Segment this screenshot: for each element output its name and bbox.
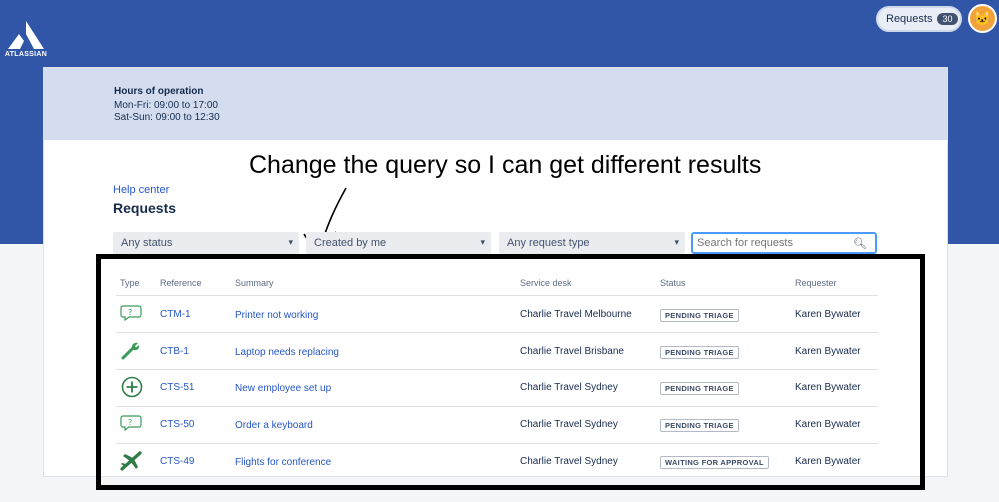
requester-name: Karen Bywater — [795, 419, 861, 430]
column-header-type: Type — [120, 278, 140, 288]
hours-title: Hours of operation — [114, 86, 204, 97]
column-header-reference: Reference — [160, 278, 202, 288]
row-divider — [116, 332, 878, 333]
search-requests-input[interactable] — [693, 237, 853, 249]
requester-name: Karen Bywater — [795, 382, 861, 393]
status-badge: PENDING TRIAGE — [660, 419, 739, 432]
status-badge: WAITING FOR APPROVAL — [660, 456, 769, 469]
service-desk-name: Charlie Travel Sydney — [520, 419, 618, 430]
table-header-divider — [116, 295, 878, 296]
search-icon: 🔍︎ — [853, 238, 867, 250]
wrench-icon — [121, 342, 140, 360]
page-title: Requests — [113, 200, 177, 216]
request-type-filter-select[interactable]: Any request type ▾ — [499, 232, 685, 254]
status-badge: PENDING TRIAGE — [660, 346, 739, 359]
chevron-down-icon: ▾ — [480, 237, 485, 247]
cat-avatar-icon: 🐱 — [973, 10, 992, 26]
row-divider — [116, 369, 878, 370]
service-desk-name: Charlie Travel Sydney — [520, 382, 618, 393]
request-reference-link[interactable]: CTS-50 — [160, 419, 194, 430]
status-badge: PENDING TRIAGE — [660, 309, 739, 322]
svg-text:?: ? — [128, 308, 132, 317]
requests-label: Requests — [886, 13, 933, 25]
request-reference-link[interactable]: CTM-1 — [160, 309, 191, 320]
plus-circle-icon — [121, 376, 143, 398]
requester-name: Karen Bywater — [795, 456, 861, 467]
requester-name: Karen Bywater — [795, 346, 861, 357]
chevron-down-icon: ▾ — [674, 237, 679, 247]
chevron-down-icon: ▾ — [288, 237, 293, 247]
instruction-annotation: Change the query so I can get different … — [249, 151, 762, 179]
request-summary-link[interactable]: Flights for conference — [235, 457, 331, 468]
request-reference-link[interactable]: CTB-1 — [160, 346, 189, 357]
row-divider — [116, 443, 878, 444]
requests-count-badge: 30 — [937, 13, 958, 25]
question-bubble-icon: ? — [120, 305, 142, 321]
request-summary-link[interactable]: New employee set up — [235, 383, 331, 394]
hours-weekdays: Mon-Fri: 09:00 to 17:00 — [114, 100, 218, 111]
atlassian-mark-icon — [8, 21, 44, 49]
column-header-requester: Requester — [795, 278, 837, 288]
search-requests-field[interactable]: 🔍︎ — [691, 232, 877, 254]
hours-weekend: Sat-Sun: 09:00 to 12:30 — [114, 112, 220, 123]
row-divider — [116, 406, 878, 407]
service-desk-name: Charlie Travel Sydney — [520, 456, 618, 467]
status-filter-value: Any status — [121, 237, 173, 249]
created-by-filter-value: Created by me — [314, 237, 387, 249]
request-reference-link[interactable]: CTS-51 — [160, 382, 194, 393]
request-summary-link[interactable]: Order a keyboard — [235, 420, 313, 431]
service-desk-name: Charlie Travel Melbourne — [520, 309, 632, 320]
status-badge: PENDING TRIAGE — [660, 382, 739, 395]
brand-name: ATLASSIAN — [4, 51, 48, 58]
requester-name: Karen Bywater — [795, 309, 861, 320]
column-header-status: Status — [660, 278, 686, 288]
request-reference-link[interactable]: CTS-49 — [160, 456, 194, 467]
request-type-filter-value: Any request type — [507, 237, 590, 249]
created-by-filter-select[interactable]: Created by me ▾ — [306, 232, 491, 254]
airplane-icon — [120, 451, 142, 471]
question-bubble-icon: ? — [120, 415, 142, 431]
svg-text:?: ? — [128, 418, 132, 427]
request-summary-link[interactable]: Printer not working — [235, 310, 318, 321]
breadcrumb-help-center[interactable]: Help center — [113, 184, 169, 196]
column-header-service-desk: Service desk — [520, 278, 572, 288]
request-summary-link[interactable]: Laptop needs replacing — [235, 347, 339, 358]
annotation-highlight-box — [96, 254, 925, 490]
hours-of-operation-banner: Hours of operation Mon-Fri: 09:00 to 17:… — [44, 68, 947, 140]
status-filter-select[interactable]: Any status ▾ — [113, 232, 299, 254]
atlassian-logo[interactable]: ATLASSIAN — [4, 20, 48, 58]
requests-button[interactable]: Requests 30 — [876, 6, 962, 32]
column-header-summary: Summary — [235, 278, 274, 288]
user-avatar[interactable]: 🐱 — [968, 4, 997, 33]
service-desk-name: Charlie Travel Brisbane — [520, 346, 624, 357]
